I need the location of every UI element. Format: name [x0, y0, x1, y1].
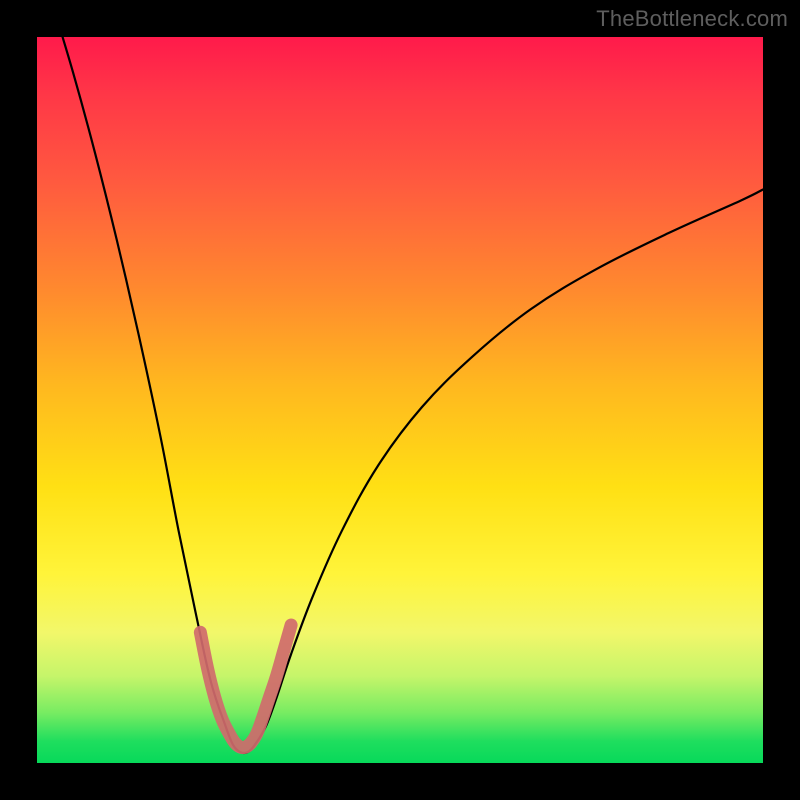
watermark-text: TheBottleneck.com: [596, 6, 788, 32]
chart-frame: TheBottleneck.com: [0, 0, 800, 800]
series-sweet-spot-marker: [200, 625, 291, 748]
plot-area: [37, 37, 763, 763]
chart-svg: [37, 37, 763, 763]
series-bottleneck-curve: [52, 37, 763, 753]
